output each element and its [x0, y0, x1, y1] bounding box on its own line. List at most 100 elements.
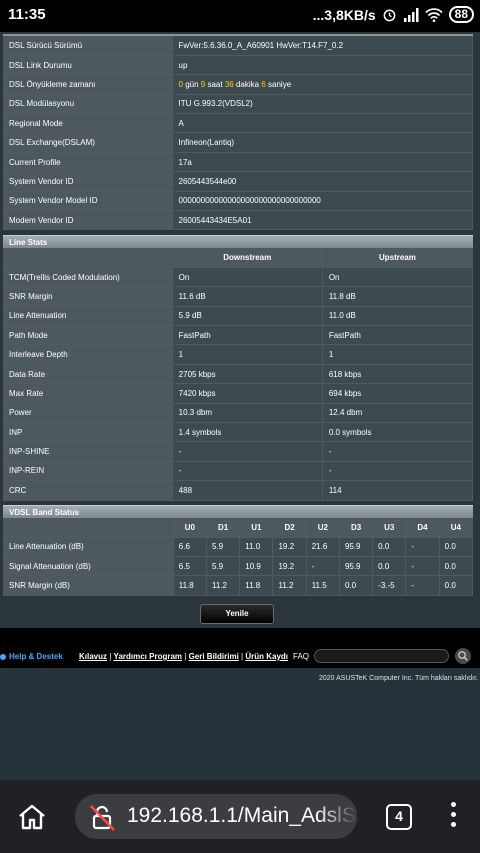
band-value: -: [405, 556, 440, 577]
row-label: Line Attenuation: [3, 306, 173, 327]
table-header-row: U0 D1 U1 D2 U2 D3 U3 D4 U4: [3, 518, 474, 538]
status-bar: 11:35 ...3,8KB/s 88: [0, 0, 480, 32]
table-row: DSL Modülasyonu ITU G.993.2(VDSL2): [3, 94, 473, 115]
address-bar[interactable]: 192.168.1.1/Main_AdslSta: [75, 794, 357, 839]
upstream-value: 11.0 dB: [322, 306, 474, 327]
upstream-value: 0.0 symbols: [322, 422, 474, 443]
upstream-value: -: [322, 441, 474, 462]
band-value: 21.6: [306, 537, 340, 558]
wifi-icon: [425, 7, 443, 22]
copyright-area: 2020 ASUSTeK Computer Inc. Tüm hakları s…: [0, 668, 480, 780]
row-label: INP-REIN: [3, 461, 173, 482]
band-value: -: [306, 556, 340, 577]
table-row: System Vendor Model ID 000000000000000000…: [3, 191, 473, 212]
row-label: Interleave Depth: [3, 344, 173, 365]
band-header: U4: [439, 518, 474, 538]
table-row: Current Profile 17a: [3, 152, 473, 173]
row-label: Max Rate: [3, 383, 173, 404]
band-header: U2: [306, 518, 340, 538]
footer-links: Kılavuz | Yardımcı Program | Geri Bildir…: [79, 652, 288, 661]
row-label: Signal Attenuation (dB): [3, 556, 174, 577]
signal-icon: [403, 7, 419, 22]
band-value: 11.5: [306, 575, 340, 596]
band-value: 11.8: [239, 575, 274, 596]
table-row: Signal Attenuation (dB) 6.5 5.9 10.9 19.2-95…: [3, 556, 474, 577]
row-label: CRC: [3, 480, 173, 501]
downstream-value: 2705 kbps: [172, 364, 323, 385]
upstream-value: 12.4 dbm: [322, 403, 474, 424]
table-row: INP-SHINE - -: [3, 441, 474, 462]
table-row: TCM(Trellis Coded Modulation) On On: [3, 267, 474, 288]
band-header: D2: [272, 518, 307, 538]
search-button[interactable]: [455, 648, 471, 664]
upstream-value: 11.8 dB: [322, 286, 474, 307]
band-value: 11.2: [206, 575, 241, 596]
page-content: DSL Sürücü Sürümü FwVer:5.6.36.0_A_A60901…: [0, 32, 480, 628]
product-registration-link[interactable]: Ürün Kaydı: [245, 652, 288, 661]
band-header: D1: [206, 518, 241, 538]
copyright-text: 2020 ASUSTeK Computer Inc. Tüm hakları s…: [318, 675, 478, 682]
band-value: 10.9: [239, 556, 274, 577]
downstream-value: 5.9 dB: [172, 306, 323, 327]
table-row: Power 10.3 dbm 12.4 dbm: [3, 403, 474, 424]
faq-search-input[interactable]: [314, 649, 449, 663]
help-icon: [0, 653, 6, 660]
dsl-info-table: DSL Sürücü Sürümü FwVer:5.6.36.0_A_A60901…: [3, 36, 473, 231]
band-value: 0.0: [339, 575, 374, 596]
row-label: Power: [3, 403, 173, 424]
faq-label: FAQ: [293, 652, 310, 661]
band-value: 6.5: [173, 556, 208, 577]
band-header: D3: [339, 518, 374, 538]
table-row: DSL Exchange(DSLAM) Infineon(Lantiq): [3, 132, 473, 153]
band-header: D4: [405, 518, 440, 538]
vdsl-band-table: U0 D1 U1 D2 U2 D3 U3 D4 U4 Line Attenuation (dB)…: [3, 518, 474, 596]
more-menu-button[interactable]: [451, 802, 456, 832]
downstream-value: -: [172, 441, 323, 462]
band-value: -: [405, 575, 440, 596]
browser-toolbar: 192.168.1.1/Main_AdslSta 4: [0, 780, 480, 853]
upstream-value: 618 kbps: [322, 364, 474, 385]
upstream-value: 114: [322, 480, 474, 501]
band-value: 11.0: [239, 537, 274, 558]
table-row: DSL Sürücü Sürümü FwVer:5.6.36.0_A_A60901…: [3, 36, 473, 56]
band-header: U0: [173, 518, 208, 538]
table-row: Data Rate 2705 kbps 618 kbps: [3, 364, 474, 385]
table-row: System Vendor ID 2605443544e00: [3, 171, 473, 192]
help-support[interactable]: Help & Destek: [0, 652, 63, 661]
insecure-lock-icon: [90, 805, 115, 831]
band-value: 19.2: [272, 556, 307, 577]
downstream-value: 1: [172, 344, 323, 365]
table-row: CRC 488 114: [3, 480, 474, 501]
band-header: U1: [239, 518, 274, 538]
band-header: U3: [372, 518, 407, 538]
table-row: Path Mode FastPath FastPath: [3, 325, 474, 346]
downstream-header: Downstream: [172, 248, 323, 268]
downstream-value: 488: [172, 480, 323, 501]
search-icon: [458, 651, 468, 661]
upstream-value: On: [322, 267, 474, 288]
downstream-value: On: [172, 267, 323, 288]
footer-bar: Help & Destek Kılavuz | Yardımcı Program…: [0, 646, 480, 668]
row-label: SNR Margin (dB): [3, 575, 174, 596]
utility-link[interactable]: Yardımcı Program: [114, 652, 182, 661]
clock: 11:35: [8, 6, 46, 23]
upstream-header: Upstream: [322, 248, 474, 268]
band-value: -: [405, 537, 440, 558]
upstream-value: 1: [322, 344, 474, 365]
downstream-value: 1.4 symbols: [172, 422, 323, 443]
table-row: Modem Vendor ID 26005443434E5A01: [3, 210, 473, 231]
downstream-value: 7420 kbps: [172, 383, 323, 404]
table-row: INP-REIN - -: [3, 461, 474, 482]
home-icon[interactable]: [17, 803, 47, 831]
table-row: DSL Önyükleme zamanı 0 gün 9 saat 36 dak…: [3, 74, 473, 95]
manual-link[interactable]: Kılavuz: [79, 652, 107, 661]
feedback-link[interactable]: Geri Bildirimi: [189, 652, 239, 661]
network-speed: ...3,8KB/s: [312, 6, 376, 23]
refresh-button[interactable]: Yenile: [200, 604, 274, 624]
band-value: 0.0: [439, 537, 474, 558]
upstream-value: 694 kbps: [322, 383, 474, 404]
band-value: 95.9: [339, 537, 374, 558]
tab-switcher-button[interactable]: 4: [386, 804, 412, 830]
upstream-value: -: [322, 461, 474, 482]
table-row: Line Attenuation 5.9 dB 11.0 dB: [3, 306, 474, 327]
